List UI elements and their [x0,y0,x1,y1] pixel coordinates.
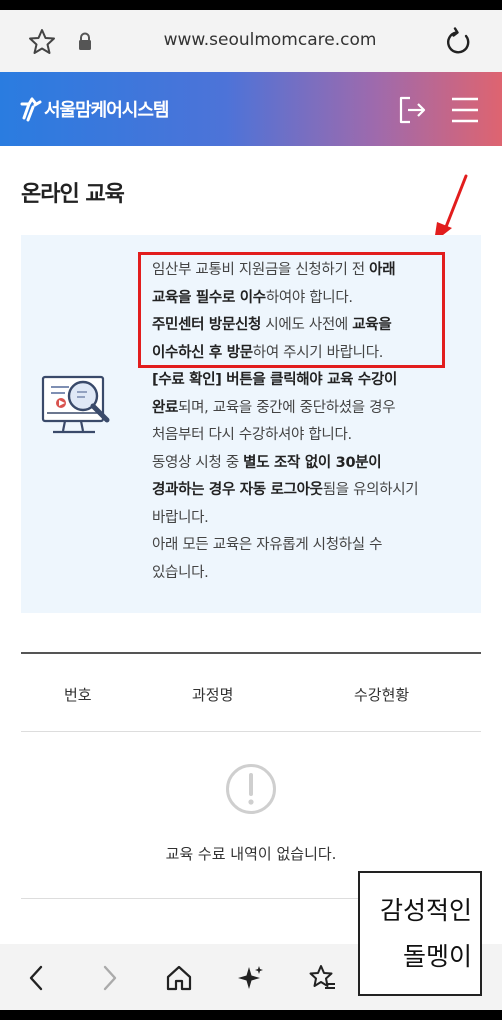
empty-message: 교육 수료 내역이 없습니다. [165,845,337,863]
column-header-number: 번호 [64,686,92,704]
video-lecture-illustration-icon [41,375,110,434]
watermark-badge: 감성적인 돌멩이 [358,871,482,996]
site-header: 서울맘케어시스템 [0,72,502,146]
watermark-line-1: 감성적인 [379,896,472,925]
column-header-course: 과정명 [192,686,234,704]
sparkle-icon[interactable] [236,963,266,993]
star-icon[interactable] [28,28,56,56]
forward-icon[interactable] [94,963,124,993]
table-header: 번호 과정명 수강현황 [21,652,481,732]
nav-strip [0,1010,502,1020]
lock-icon [79,32,91,50]
site-logo-text[interactable]: 서울맘케어시스템 [44,96,169,122]
notice-box: 임산부 교통비 지원금을 신청하기 전 아래 교육을 필수로 이수하여야 합니다… [21,235,481,613]
column-header-status: 수강현황 [354,686,410,704]
watermark-line-2: 돌멩이 [402,942,472,971]
url-text[interactable]: www.seoulmomcare.com [120,30,420,50]
status-strip [0,0,502,10]
exclamation-circle-icon [226,764,276,814]
notice-line: 바랍니다. [152,509,209,526]
reload-icon[interactable] [444,27,474,57]
menu-icon[interactable] [450,96,480,124]
notice-line: 동영상 시청 중 별도 조작 없이 30분이 [152,454,382,471]
logout-icon[interactable] [396,94,428,126]
highlight-box [138,252,445,368]
logo-icon[interactable] [20,96,42,122]
notice-line: 경과하는 경우 자동 로그아웃됨을 유의하시기 [152,482,419,498]
page-title: 온라인 교육 [21,182,125,207]
notice-line: 처음부터 다시 수강하셔야 합니다. [152,427,352,443]
notice-line: 아래 모든 교육은 자유롭게 시청하실 수 [152,537,383,553]
bookmarks-icon[interactable] [307,963,337,993]
notice-line: [수료 확인] 버튼을 클릭해야 교육 수강이 [152,372,398,388]
browser-address-bar: www.seoulmomcare.com [0,10,502,72]
back-icon[interactable] [22,963,52,993]
notice-line: 완료되며, 교육을 중간에 중단하셨을 경우 [152,399,396,416]
home-icon[interactable] [164,963,194,993]
notice-line: 있습니다. [152,564,209,581]
